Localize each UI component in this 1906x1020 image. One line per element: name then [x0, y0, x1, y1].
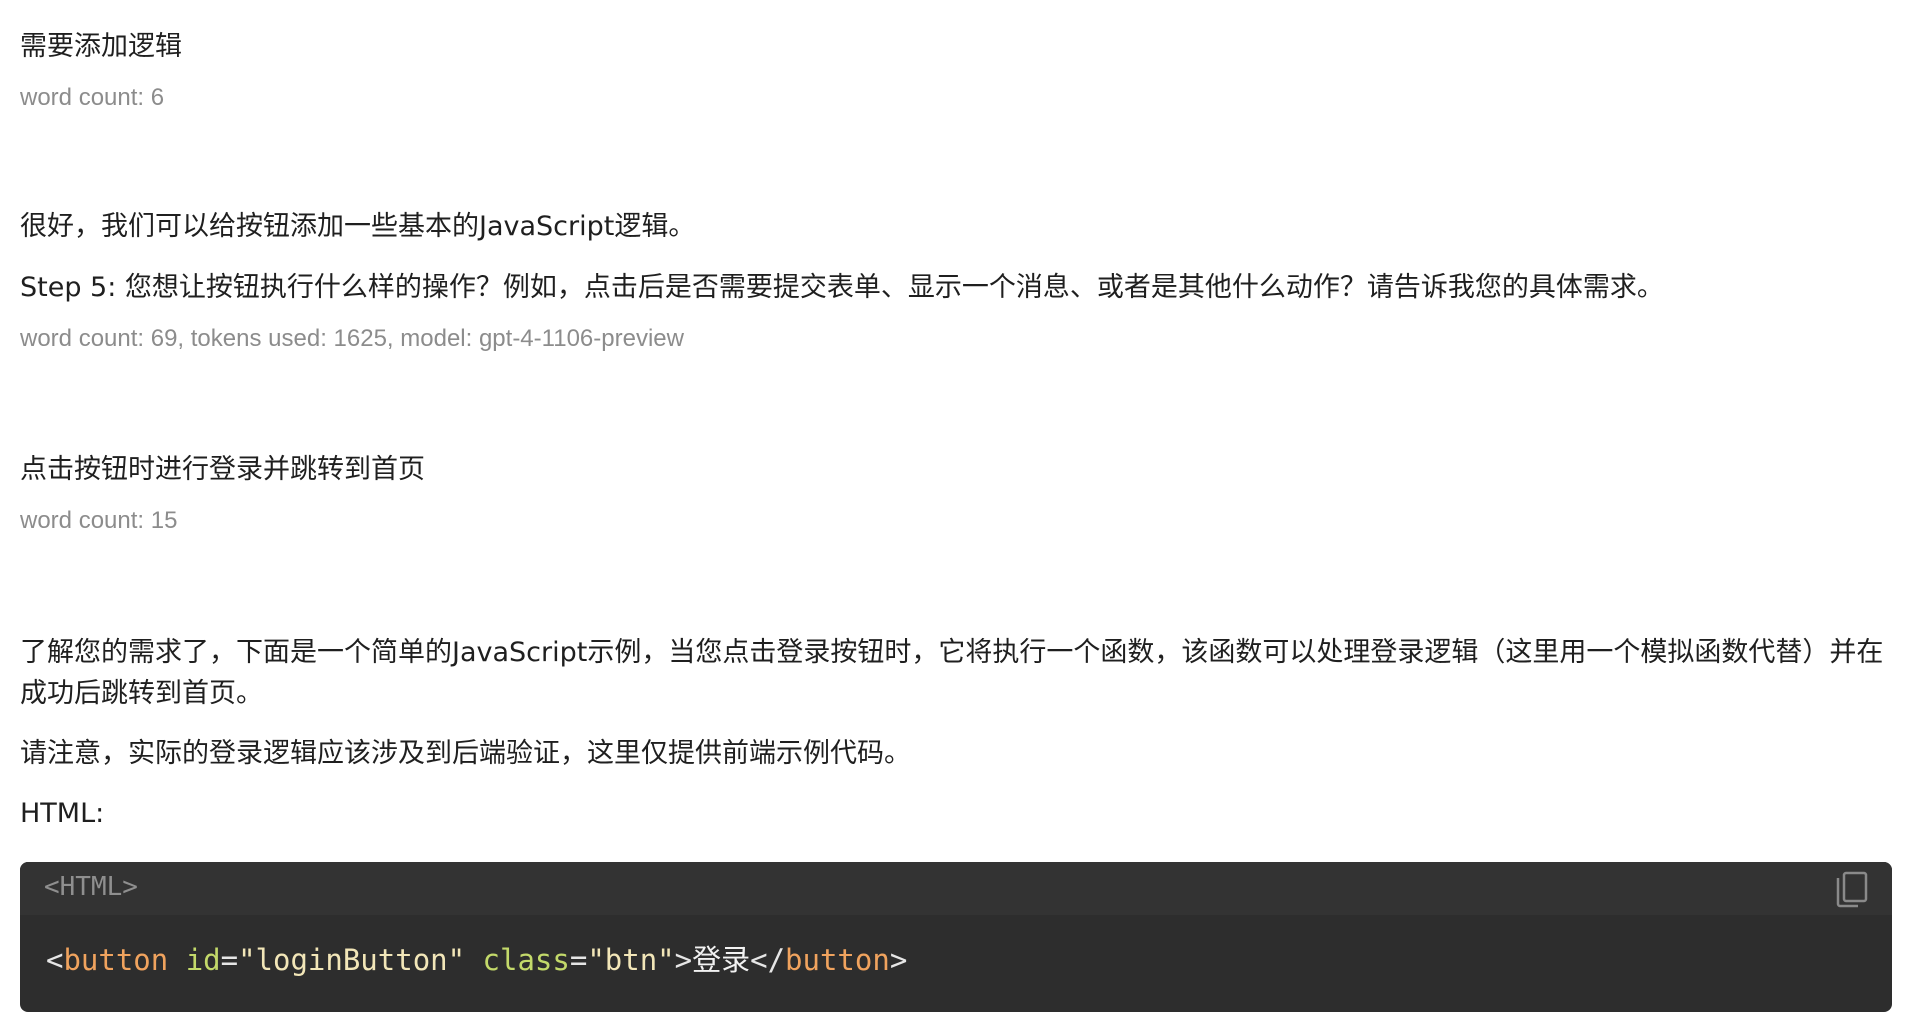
- user-message: 点击按钮时进行登录并跳转到首页 word count: 15: [20, 449, 1894, 538]
- chat-transcript: 需要添加逻辑 word count: 6 很好，我们可以给按钮添加一些基本的Ja…: [0, 0, 1906, 1020]
- word-count-meta: word count: 15: [20, 507, 178, 534]
- code-token-string: "btn": [587, 943, 675, 977]
- copy-icon[interactable]: [1834, 870, 1870, 910]
- code-token: >: [674, 943, 693, 977]
- code-token-attr: class: [482, 943, 570, 977]
- code-line: <button id="loginButton" class="btn">登录<…: [46, 942, 907, 978]
- assistant-paragraph: 请注意，实际的登录逻辑应该涉及到后端验证，这里仅提供前端示例代码。: [20, 738, 911, 769]
- code-token-tag: button: [63, 943, 169, 977]
- assistant-paragraph: 了解您的需求了，下面是一个简单的JavaScript示例，当您点击登录按钮时，它…: [20, 637, 1884, 709]
- assistant-paragraph: 很好，我们可以给按钮添加一些基本的JavaScript逻辑。: [20, 211, 696, 242]
- code-block: <HTML> <button id="loginButton" class="b…: [20, 862, 1892, 1012]
- copy-icon-graphic: [1836, 871, 1868, 908]
- code-token: </: [750, 943, 786, 977]
- assistant-message: 了解您的需求了，下面是一个简单的JavaScript示例，当您点击登录按钮时，它…: [20, 632, 1894, 834]
- user-message-text: 需要添加逻辑: [20, 31, 182, 62]
- code-token: >: [889, 943, 908, 977]
- code-token: =: [220, 943, 239, 977]
- code-token: =: [569, 943, 588, 977]
- code-header: <HTML>: [20, 862, 1892, 915]
- code-token-string: "loginButton": [238, 943, 466, 977]
- message-meta: word count: 69, tokens used: 1625, model…: [20, 325, 684, 352]
- code-token-tag: button: [785, 943, 890, 977]
- assistant-paragraph: HTML:: [20, 798, 105, 829]
- assistant-paragraph: Step 5: 您想让按钮执行什么样的操作？例如，点击后是否需要提交表单、显示一…: [20, 272, 1664, 303]
- word-count-meta: word count: 6: [20, 84, 165, 111]
- user-message-text: 点击按钮时进行登录并跳转到首页: [20, 454, 425, 485]
- code-token: <: [46, 943, 64, 977]
- user-message: 需要添加逻辑 word count: 6: [20, 26, 1894, 115]
- assistant-message: 很好，我们可以给按钮添加一些基本的JavaScript逻辑。 Step 5: 您…: [20, 206, 1894, 356]
- code-language-label: <HTML>: [44, 872, 138, 902]
- code-token-attr: id: [185, 943, 221, 977]
- code-token-text: 登录: [692, 943, 751, 977]
